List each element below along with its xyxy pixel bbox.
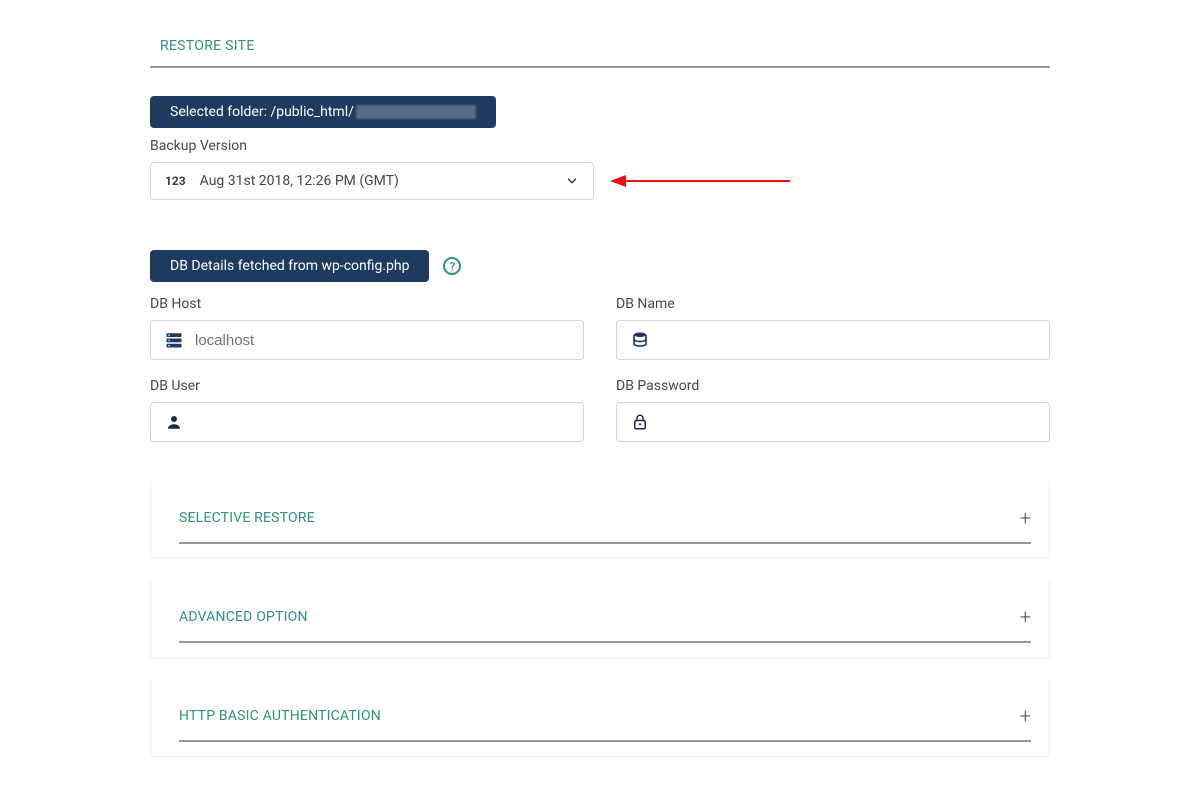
db-password-input[interactable]: [661, 414, 1035, 431]
backup-version-label: Backup Version: [150, 138, 1050, 154]
selective-restore-accordion[interactable]: SELECTIVE RESTORE +: [179, 496, 1031, 544]
http-basic-auth-accordion[interactable]: HTTP BASIC AUTHENTICATION +: [179, 694, 1031, 742]
selected-folder-path: /public_html/: [270, 104, 353, 120]
db-password-input-wrapper[interactable]: [616, 402, 1050, 442]
lock-icon: [631, 413, 649, 431]
help-icon[interactable]: ?: [443, 257, 461, 275]
restore-site-heading: RESTORE SITE: [150, 30, 1050, 68]
selected-folder-badge: Selected folder: /public_html/: [150, 96, 496, 128]
db-host-input-wrapper[interactable]: [150, 320, 584, 360]
database-icon: [631, 331, 649, 349]
backup-version-select[interactable]: 123 Aug 31st 2018, 12:26 PM (GMT): [150, 162, 594, 200]
plus-icon: +: [1020, 704, 1031, 728]
db-password-label: DB Password: [616, 378, 1050, 394]
db-user-label: DB User: [150, 378, 584, 394]
db-host-label: DB Host: [150, 296, 584, 312]
backup-version-text: Aug 31st 2018, 12:26 PM (GMT): [200, 173, 551, 189]
db-host-input[interactable]: [195, 332, 569, 349]
db-name-input[interactable]: [661, 332, 1035, 349]
server-icon: [165, 331, 183, 349]
db-user-input-wrapper[interactable]: [150, 402, 584, 442]
selected-folder-prefix: Selected folder:: [170, 104, 270, 120]
db-name-input-wrapper[interactable]: [616, 320, 1050, 360]
plus-icon: +: [1020, 605, 1031, 629]
plus-icon: +: [1020, 506, 1031, 530]
advanced-option-title: ADVANCED OPTION: [179, 609, 308, 625]
db-user-input[interactable]: [195, 414, 569, 431]
annotation-arrow-icon: [610, 174, 790, 188]
selective-restore-title: SELECTIVE RESTORE: [179, 510, 315, 526]
http-basic-auth-title: HTTP BASIC AUTHENTICATION: [179, 708, 381, 724]
chevron-down-icon: [565, 174, 579, 188]
user-icon: [165, 413, 183, 431]
backup-version-number: 123: [165, 174, 186, 188]
db-name-label: DB Name: [616, 296, 1050, 312]
advanced-option-accordion[interactable]: ADVANCED OPTION +: [179, 595, 1031, 643]
redacted-folder-name: [356, 105, 476, 119]
db-details-badge: DB Details fetched from wp-config.php: [150, 250, 429, 282]
